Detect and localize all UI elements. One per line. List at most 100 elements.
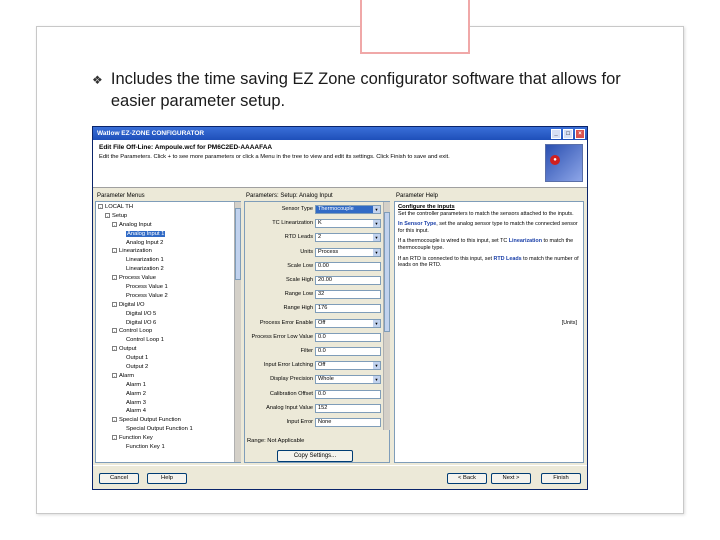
parameter-select[interactable]: Process ▼ <box>315 247 381 257</box>
collapse-toggle-icon[interactable]: - <box>105 212 110 218</box>
next-button[interactable]: Next > <box>491 473 531 484</box>
parameter-input[interactable]: 152 <box>315 403 381 413</box>
parameter-row: Calibration Offset 0.0 <box>245 389 385 400</box>
tree-item[interactable]: Control Loop 1 <box>98 336 240 345</box>
tree-item[interactable]: Process Value 1 <box>98 283 240 292</box>
collapse-toggle-icon[interactable]: - <box>112 417 117 423</box>
chevron-down-icon[interactable]: ▼ <box>373 220 380 228</box>
chevron-down-icon[interactable]: ▼ <box>373 248 380 256</box>
parameter-label: Input Error <box>286 419 313 425</box>
collapse-toggle-icon[interactable]: - <box>98 203 103 209</box>
parameter-input[interactable]: 0.0 <box>315 389 381 399</box>
tree-item[interactable]: Linearization 1 <box>98 256 240 265</box>
tree-item[interactable]: Analog Input 1 <box>98 230 240 239</box>
tree-item[interactable]: Function Key 1 <box>98 443 240 452</box>
parameter-input[interactable]: 0.0 <box>315 332 381 342</box>
tree-item[interactable]: Alarm 1 <box>98 381 240 390</box>
tree-item[interactable]: Digital I/O 6 <box>98 319 240 328</box>
tree-item[interactable]: Output 1 <box>98 354 240 363</box>
parameter-value: None <box>318 419 332 425</box>
window-title: Watlow EZ-ZONE CONFIGURATOR <box>97 130 205 137</box>
close-icon[interactable]: × <box>575 128 585 139</box>
maximize-icon[interactable]: □ <box>563 128 573 139</box>
collapse-toggle-icon[interactable]: - <box>112 435 117 441</box>
tree-item[interactable]: - Function Key <box>98 434 240 443</box>
tree-item-label: Alarm 2 <box>126 390 146 397</box>
parameter-input[interactable]: 20.00 <box>315 276 381 285</box>
leaf-node-icon <box>119 355 124 360</box>
parameter-value: 176 <box>318 305 328 312</box>
tree-item[interactable]: - Alarm <box>98 372 240 381</box>
parameter-input[interactable]: 0.00 <box>315 261 381 271</box>
minimize-icon[interactable]: _ <box>551 128 561 139</box>
parameter-select[interactable]: Off ▼ <box>315 318 381 328</box>
tree-item-label: Linearization 1 <box>126 257 164 264</box>
parameter-row: Scale High 20.00 <box>245 276 385 286</box>
tree-item[interactable]: Linearization 2 <box>98 265 240 274</box>
collapse-toggle-icon[interactable]: - <box>112 248 117 254</box>
tree-scrollbar[interactable] <box>234 202 241 462</box>
help-units-link[interactable]: [Units] <box>562 320 577 327</box>
tree-item-label: Special Output Function 1 <box>126 426 193 433</box>
leaf-node-icon <box>119 400 124 405</box>
parameter-select[interactable]: Thermocouple ▼ <box>315 205 381 214</box>
menu-tree[interactable]: - LOCAL TH - Setup - Analog Input Analog Input… <box>95 201 241 463</box>
tree-item[interactable]: Alarm 3 <box>98 399 240 408</box>
finish-button[interactable]: Finish <box>541 473 581 484</box>
tree-item[interactable]: - Digital I/O <box>98 301 240 310</box>
tree-item[interactable]: Alarm 2 <box>98 390 240 399</box>
back-button[interactable]: < Back <box>447 473 487 484</box>
collapse-toggle-icon[interactable]: - <box>112 346 117 352</box>
parameter-input[interactable]: None <box>315 418 381 427</box>
parameter-select[interactable]: Whole ▼ <box>315 375 381 385</box>
collapse-toggle-icon[interactable]: - <box>112 221 117 227</box>
tree-item-label: Function Key <box>119 435 153 442</box>
accent-tab <box>360 0 470 54</box>
collapse-toggle-icon[interactable]: - <box>112 275 117 281</box>
parameter-value: 0.00 <box>318 262 329 269</box>
parameter-input[interactable]: 0.0 <box>315 347 381 356</box>
collapse-toggle-icon[interactable]: - <box>112 328 117 334</box>
tree-scroll-thumb[interactable] <box>235 208 241 280</box>
tree-item[interactable]: - Setup <box>98 212 240 221</box>
bullet-icon: ❖ <box>92 73 103 87</box>
tree-item[interactable]: - Analog Input <box>98 221 240 230</box>
parameter-label: Display Precision <box>270 376 313 383</box>
tree-item[interactable]: - Process Value <box>98 274 240 283</box>
chevron-down-icon[interactable]: ▼ <box>373 234 380 242</box>
parameter-row: Process Error Low Value 0.0 <box>245 332 385 343</box>
copy-settings-button[interactable]: Copy Settings... <box>277 450 353 462</box>
tree-item-label: Process Value <box>119 275 156 282</box>
tree-item[interactable]: Special Output Function 1 <box>98 425 240 434</box>
parameter-select[interactable]: K ▼ <box>315 219 381 229</box>
params-scrollbar[interactable] <box>383 202 390 430</box>
parameter-input[interactable]: 176 <box>315 304 381 314</box>
tree-item[interactable]: - Linearization <box>98 247 240 256</box>
tree-item[interactable]: Digital I/O 5 <box>98 310 240 319</box>
tree-item[interactable]: - Control Loop <box>98 327 240 336</box>
parameter-select[interactable]: 2 ▼ <box>315 233 381 243</box>
help-button[interactable]: Help <box>147 473 187 484</box>
tree-item[interactable]: Process Value 2 <box>98 292 240 301</box>
parameter-input[interactable]: 32 <box>315 290 381 300</box>
parameter-select[interactable]: Off ▼ <box>315 361 381 371</box>
window-titlebar: Watlow EZ-ZONE CONFIGURATOR _ □ × <box>93 127 587 140</box>
tree-item[interactable]: Analog Input 2 <box>98 239 240 248</box>
chevron-down-icon[interactable]: ▼ <box>373 319 380 327</box>
chevron-down-icon[interactable]: ▼ <box>373 376 380 384</box>
tree-item[interactable]: - Output <box>98 345 240 354</box>
tree-item[interactable]: - Special Output Function <box>98 416 240 425</box>
tree-item[interactable]: Output 2 <box>98 363 240 372</box>
tree-item-label: Process Value 1 <box>126 284 168 291</box>
chevron-down-icon[interactable]: ▼ <box>373 362 380 370</box>
collapse-toggle-icon[interactable]: - <box>112 301 117 307</box>
tree-item-label: Output <box>119 346 137 353</box>
tree-item[interactable]: Alarm 4 <box>98 407 240 416</box>
chevron-down-icon[interactable]: ▼ <box>373 206 380 213</box>
cancel-button[interactable]: Cancel <box>99 473 139 484</box>
collapse-toggle-icon[interactable]: - <box>112 372 117 378</box>
tree-item[interactable]: - LOCAL TH <box>98 203 240 212</box>
setup-label: Parameters: Setup: Analog Input <box>246 193 333 199</box>
params-scroll-thumb[interactable] <box>384 212 390 332</box>
configurator-window: Watlow EZ-ZONE CONFIGURATOR _ □ × Edit F… <box>92 126 588 490</box>
